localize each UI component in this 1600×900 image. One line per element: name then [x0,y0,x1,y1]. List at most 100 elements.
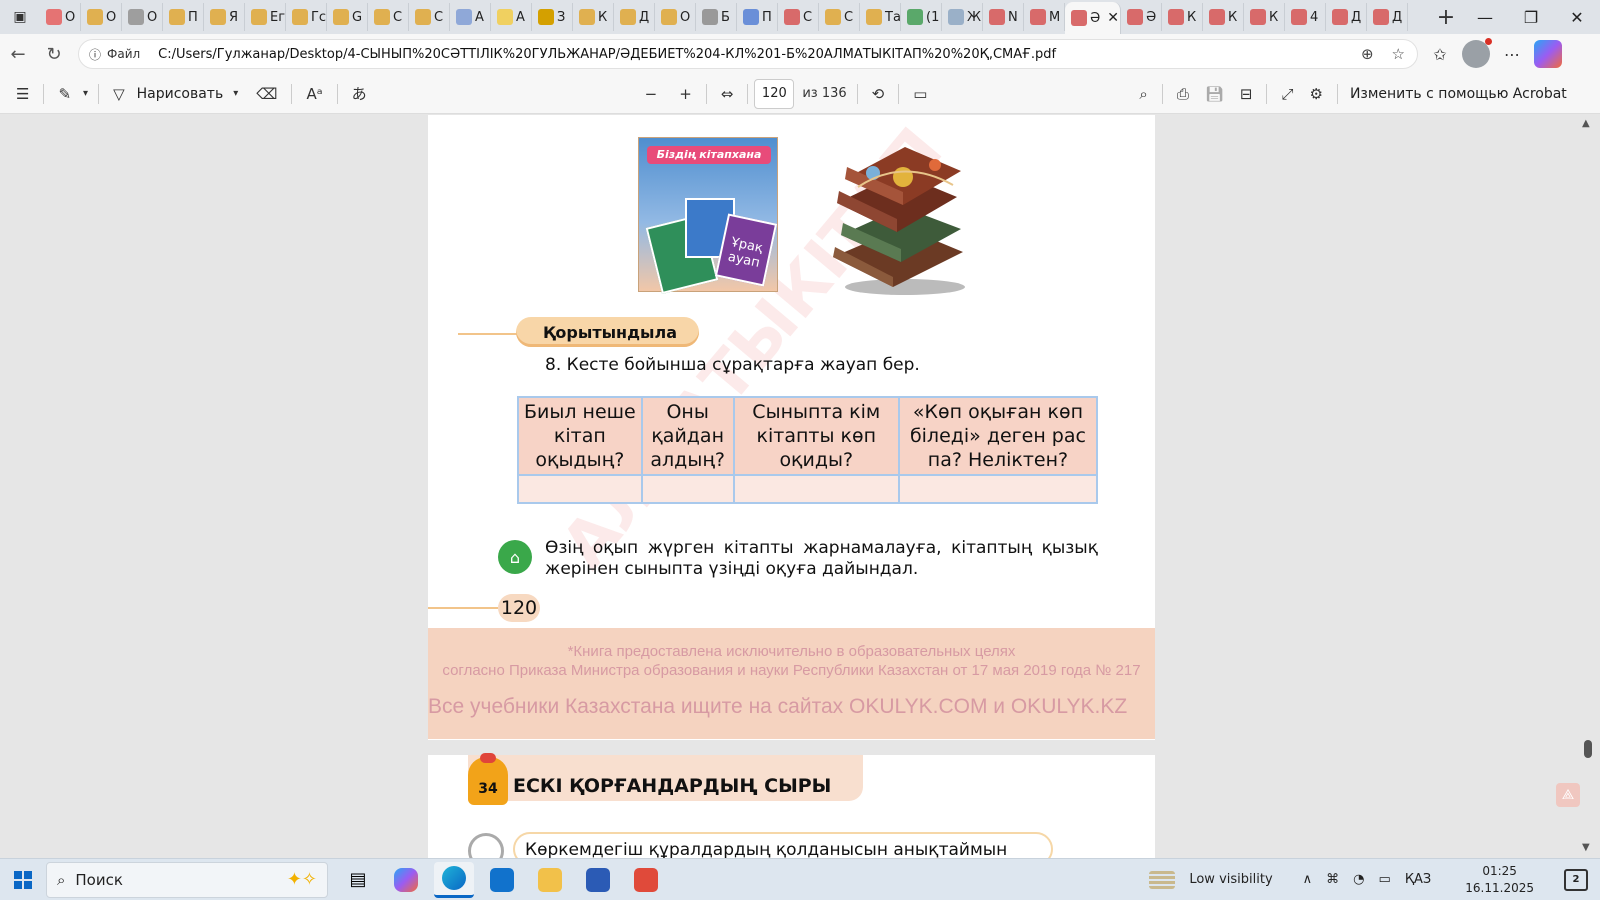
copilot-button[interactable] [1534,40,1562,68]
language-indicator[interactable]: ҚАЗ [1405,872,1431,887]
tab[interactable]: С [778,3,819,31]
draw-chevron-down-icon[interactable]: ▾ [223,78,248,110]
settings-gear-icon[interactable]: ⚙ [1301,78,1330,110]
tab-label: Д [1392,9,1403,25]
draw-button[interactable]: Нарисовать [137,86,224,102]
edit-with-acrobat-button[interactable]: Изменить с помощью Acrobat [1350,86,1567,102]
tab[interactable]: К [573,3,614,31]
favorites-icon[interactable]: ✩ [1426,40,1454,68]
explorer-taskbar-button[interactable] [530,862,570,898]
tab[interactable]: Ж [942,3,983,31]
more-menu-icon[interactable]: ⋯ [1498,40,1526,68]
tab[interactable]: Ег [245,3,286,31]
edge-taskbar-button[interactable] [434,861,474,898]
tab[interactable]: Ә [1121,3,1162,31]
tab[interactable]: К [1203,3,1244,31]
tab[interactable]: G [327,3,368,31]
tab[interactable]: N [983,3,1024,31]
copilot-taskbar-button[interactable] [386,862,426,898]
pdf-viewport[interactable]: АЛМАТЫКІТАП Біздің кітапхана Ұрақ ауап Қ… [0,115,1600,858]
tab[interactable]: С [409,3,450,31]
acrobat-icon[interactable]: ⟁ [1556,783,1580,807]
tab[interactable]: А [491,3,532,31]
tab[interactable]: О [655,3,696,31]
taskbar-search[interactable]: ⌕ Поиск ✦✧ [46,861,328,898]
page-number-input[interactable]: 120 [754,78,795,109]
scroll-down-icon[interactable]: ▼ [1582,842,1590,853]
draw-icon[interactable]: ▽ [105,78,133,110]
tab[interactable]: Д [1326,3,1367,31]
contents-icon[interactable]: ☰ [8,78,37,110]
weather-label[interactable]: Low visibility [1189,872,1272,887]
copilot-icon [1534,40,1562,68]
tab[interactable]: С [819,3,860,31]
fullscreen-icon[interactable]: ⤢ [1273,78,1301,110]
tab-favicon-icon [702,9,718,25]
tab-active[interactable]: Ә ✕ [1065,2,1121,34]
tab[interactable]: О [81,3,122,31]
tab[interactable]: М [1024,3,1065,31]
weather-icon[interactable] [1149,870,1176,889]
tab[interactable]: Я [204,3,245,31]
find-icon[interactable]: ⌕ [1131,78,1155,110]
tab[interactable]: А [450,3,491,31]
zoom-out-button[interactable]: − [637,78,666,110]
profile-button[interactable] [1462,38,1492,68]
save-icon[interactable]: 💾︎ [1197,78,1232,110]
tab[interactable]: Гс [286,3,327,31]
tab[interactable]: О [40,3,81,31]
tab[interactable]: З [532,3,573,31]
address-bar[interactable]: ⓘ Файл C:/Users/Гулжанар/Desktop/4-СЫНЫП… [78,39,1418,69]
tab[interactable]: К [1162,3,1203,31]
chevron-up-icon[interactable]: ∧ [1303,872,1313,887]
url-text[interactable]: C:/Users/Гулжанар/Desktop/4-СЫНЫП%20СӘТТ… [158,47,1361,62]
meet-icon[interactable]: ⌘ [1326,872,1339,887]
network-icon[interactable]: ◔ [1353,872,1364,887]
new-tab-button[interactable]: + [1430,5,1462,30]
info-icon[interactable]: ⓘ [89,46,101,63]
minimize-button[interactable]: — [1462,0,1508,34]
print-icon[interactable]: ⎙ [1169,78,1197,110]
tab[interactable]: (1 [901,3,942,31]
close-tab-icon[interactable]: ✕ [1107,10,1119,26]
task-view-button[interactable]: ▤ [338,862,378,898]
start-button[interactable] [0,870,46,889]
battery-icon[interactable]: ▭ [1379,872,1391,887]
tab[interactable]: Д [1367,3,1408,31]
close-window-button[interactable]: ✕ [1554,0,1600,34]
scrollbar-thumb[interactable] [1584,740,1592,758]
pdf-page-next: 34 ЕСКІ ҚОРҒАНДАРДЫҢ СЫРЫ Көркемдегіш құ… [428,753,1155,858]
tab-actions-icon[interactable]: ▣ [0,0,40,34]
notification-icon[interactable]: 2 [1564,868,1588,891]
read-aloud-icon[interactable]: Aᵃ [298,78,330,110]
vertical-scrollbar[interactable]: ▲ ▼ [1582,118,1594,853]
zoom-icon[interactable]: ⊕ [1361,45,1374,63]
restore-button[interactable]: ❐ [1508,0,1554,34]
favorite-star-icon[interactable]: ☆ [1392,45,1405,63]
tab[interactable]: О [122,3,163,31]
page-view-icon[interactable]: ▭ [905,78,935,110]
highlight-chevron-down-icon[interactable]: ▾ [79,78,92,110]
scroll-up-icon[interactable]: ▲ [1582,118,1590,129]
tab[interactable]: С [368,3,409,31]
highlight-icon[interactable]: ✎ [50,78,79,110]
tab[interactable]: Та [860,3,901,31]
clock[interactable]: 01:25 16.11.2025 [1465,863,1534,897]
back-button[interactable]: ← [0,38,36,70]
rotate-icon[interactable]: ⟲ [864,78,893,110]
tab[interactable]: П [163,3,204,31]
tab[interactable]: Б [696,3,737,31]
word-taskbar-button[interactable] [578,862,618,898]
tab[interactable]: Д [614,3,655,31]
outlook-taskbar-button[interactable] [482,862,522,898]
acrobat-taskbar-button[interactable] [626,862,666,898]
eraser-icon[interactable]: ⌫ [248,78,285,110]
tab[interactable]: 4 [1285,3,1326,31]
translate-icon[interactable]: あ [344,78,375,110]
tab[interactable]: П [737,3,778,31]
save-as-icon[interactable]: ⊟ [1232,78,1261,110]
zoom-in-button[interactable]: + [671,78,700,110]
reload-button[interactable]: ↻ [36,38,72,70]
tab[interactable]: К [1244,3,1285,31]
fit-page-icon[interactable]: ⇔ [713,78,742,110]
